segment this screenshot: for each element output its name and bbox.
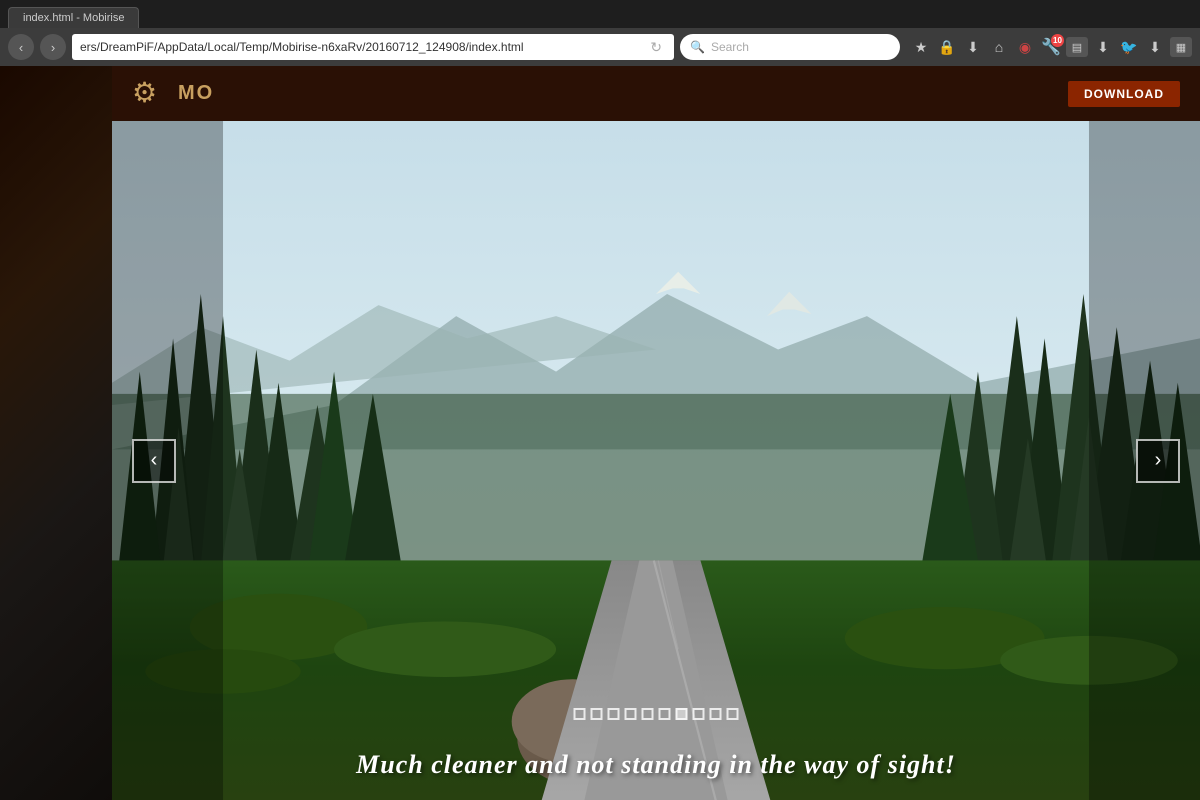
forward-button[interactable]: › <box>40 34 66 60</box>
download-button[interactable]: DOWNLOAD <box>1068 81 1180 107</box>
addon-icon[interactable]: 🔧 10 <box>1040 36 1062 58</box>
arrow-down-icon[interactable]: ⬇ <box>1092 36 1114 58</box>
slide-dot-5[interactable] <box>642 708 654 720</box>
search-placeholder: Search <box>711 40 749 54</box>
site-logo-text: MO <box>178 82 214 105</box>
bird-icon[interactable]: 🐦 <box>1118 36 1140 58</box>
slider-caption: Much cleaner and not standing in the way… <box>166 750 1145 780</box>
caption-text: Much cleaner and not standing in the way… <box>356 750 956 779</box>
slide-dot-8[interactable] <box>693 708 705 720</box>
sidebar-background <box>0 66 112 800</box>
back-button[interactable]: ‹ <box>8 34 34 60</box>
scene-svg <box>112 121 1200 800</box>
slider-image <box>112 121 1200 800</box>
home-icon[interactable]: ⌂ <box>988 36 1010 58</box>
grid-icon[interactable]: ▦ <box>1170 37 1192 57</box>
reload-button[interactable]: ↻ <box>650 39 662 56</box>
slide-dot-3[interactable] <box>608 708 620 720</box>
slide-dot-9[interactable] <box>710 708 722 720</box>
slider-prev-button[interactable]: ‹ <box>132 439 176 483</box>
slide-dot-4[interactable] <box>625 708 637 720</box>
slide-dot-10[interactable] <box>727 708 739 720</box>
slider-next-button[interactable]: › <box>1136 439 1180 483</box>
slide-dot-6[interactable] <box>659 708 671 720</box>
toolbar-icons: ★ 🔒 ⬇ ⌂ ◉ 🔧 10 ▤ ⬇ 🐦 ⬇ ▦ <box>910 36 1192 58</box>
site-wrapper: ⚙ MO DOWNLOAD <box>0 66 1200 800</box>
arrow-down2-icon[interactable]: ⬇ <box>1144 36 1166 58</box>
slide-dot-1[interactable] <box>574 708 586 720</box>
header-right: DOWNLOAD <box>1068 81 1180 107</box>
slide-dot-7[interactable] <box>676 708 688 720</box>
lock-icon[interactable]: 🔒 <box>936 36 958 58</box>
download-icon[interactable]: ⬇ <box>962 36 984 58</box>
site-header: ⚙ MO DOWNLOAD <box>112 66 1200 121</box>
browser-tab-active[interactable]: index.html - Mobirise <box>8 7 139 28</box>
bookmark-icon[interactable]: ★ <box>910 36 932 58</box>
slider-container: ‹ › Much cleaner and not sta <box>112 121 1200 800</box>
search-bar[interactable]: 🔍 Search <box>680 34 900 60</box>
privacy-icon[interactable]: ◉ <box>1014 36 1036 58</box>
sidebar-left <box>0 66 112 800</box>
browser-tabs-bar: index.html - Mobirise <box>0 0 1200 28</box>
browser-toolbar: ‹ › ers/DreamPiF/AppData/Local/Temp/Mobi… <box>0 28 1200 66</box>
logo-gear-icon: ⚙ <box>132 76 168 112</box>
slider-dots <box>574 708 739 720</box>
menu-icon[interactable]: ▤ <box>1066 37 1088 57</box>
address-bar[interactable]: ers/DreamPiF/AppData/Local/Temp/Mobirise… <box>72 34 674 60</box>
browser-chrome: index.html - Mobirise ‹ › ers/DreamPiF/A… <box>0 0 1200 66</box>
slide-dot-2[interactable] <box>591 708 603 720</box>
main-content: ⚙ MO DOWNLOAD <box>112 66 1200 800</box>
search-icon: 🔍 <box>690 40 705 54</box>
notification-badge: 10 <box>1051 34 1064 47</box>
address-text: ers/DreamPiF/AppData/Local/Temp/Mobirise… <box>80 40 646 54</box>
